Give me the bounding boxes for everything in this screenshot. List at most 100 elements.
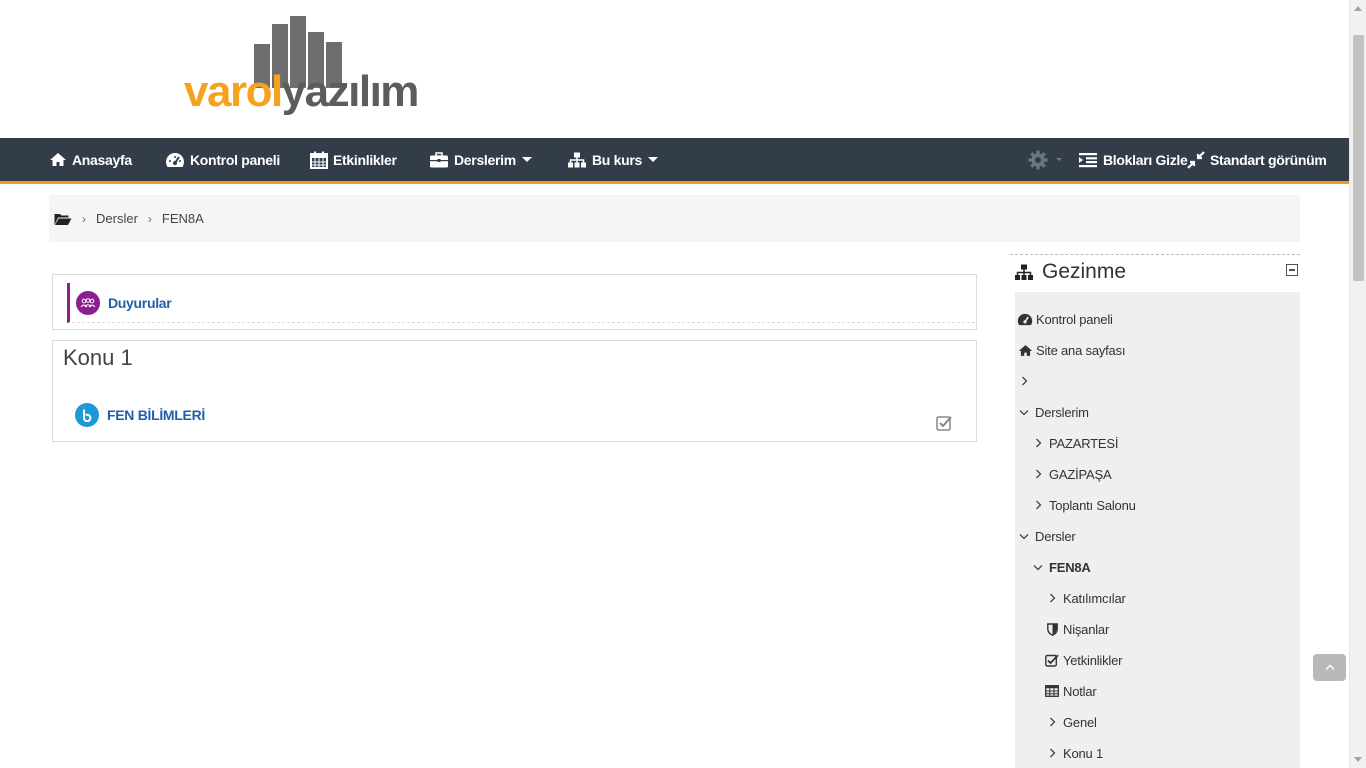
- activity-announcements: Duyurular: [67, 283, 975, 323]
- chevron-right-icon: [1045, 593, 1059, 603]
- activity-fen-bilimleri: FEN BİLİMLERİ: [75, 403, 205, 427]
- scroll-up-arrow-icon[interactable]: [1354, 6, 1362, 11]
- tree-item-label: Notlar: [1063, 683, 1097, 699]
- hide-blocks-label: Blokları Gizle: [1103, 151, 1188, 168]
- tree-item-label: Toplantı Salonu: [1049, 497, 1136, 513]
- main-navbar: Anasayfa Kontrol paneli Etkinlikler Ders…: [0, 138, 1349, 184]
- logo-word-varol: varol: [184, 67, 283, 116]
- nav-kontrol-paneli[interactable]: Kontrol paneli: [165, 138, 280, 181]
- breadcrumb: › Dersler › FEN8A: [49, 195, 1300, 242]
- table-icon: [1045, 685, 1059, 697]
- completion-checkbox-icon[interactable]: [936, 415, 952, 431]
- chevron-right-icon: [1031, 469, 1045, 479]
- tree-item-label: Katılımcılar: [1063, 590, 1126, 606]
- nav-etkinlikler-label: Etkinlikler: [333, 151, 397, 168]
- shield-icon: [1045, 622, 1059, 636]
- block-header: Gezinme: [1014, 260, 1126, 284]
- tree-item-label: Kontrol paneli: [1036, 311, 1113, 327]
- tree-item-label: Derslerim: [1035, 404, 1089, 420]
- bigbluebutton-icon: [75, 403, 99, 427]
- nav-bu-kurs-label: Bu kurs: [592, 151, 643, 168]
- announcements-link[interactable]: Duyurular: [108, 295, 172, 311]
- check-square-icon: [1045, 654, 1059, 667]
- tree-item-label: Site ana sayfası: [1036, 342, 1126, 358]
- site-header: varolyazılım: [0, 0, 1349, 138]
- tree-item-label: GAZİPAŞA: [1049, 466, 1112, 482]
- tree-item-site-ana-sayfasi[interactable]: Site ana sayfası: [1017, 340, 1126, 360]
- tree-item-toplanti-salonu[interactable]: Toplantı Salonu: [1031, 495, 1136, 515]
- tree-item-label: FEN8A: [1049, 559, 1091, 575]
- sitemap-icon: [1015, 264, 1033, 280]
- home-icon: [1017, 344, 1033, 357]
- navigation-block: Gezinme Kontrol paneli Site ana sayfası …: [1010, 254, 1300, 768]
- sitemap-icon: [568, 152, 586, 167]
- forum-icon: [76, 290, 100, 315]
- standard-view-button[interactable]: Standart görünüm: [1187, 138, 1327, 181]
- nav-kontrol-paneli-label: Kontrol paneli: [190, 151, 280, 168]
- tree-item-yetkinlikler[interactable]: Yetkinlikler: [1045, 650, 1122, 670]
- chevron-right-icon: [1045, 717, 1059, 727]
- compress-icon: [1187, 150, 1205, 169]
- tree-item-katilimcilar[interactable]: Katılımcılar: [1045, 588, 1126, 608]
- standard-view-label: Standart görünüm: [1210, 151, 1327, 168]
- tree-item-konu-1[interactable]: Konu 1: [1045, 743, 1103, 763]
- collapse-block-icon[interactable]: [1286, 264, 1298, 276]
- page: varolyazılım Anasayfa Kontrol paneli Etk…: [0, 0, 1366, 768]
- nav-derslerim-dropdown[interactable]: Derslerim: [429, 138, 532, 181]
- chevron-down-icon: [1056, 158, 1062, 161]
- briefcase-icon: [430, 151, 448, 167]
- block-title: Gezinme: [1042, 260, 1127, 283]
- gear-icon: [1028, 150, 1048, 169]
- tree-item-label: Dersler: [1035, 528, 1076, 544]
- chevron-down-icon: [521, 157, 532, 162]
- tree-item-nisanlar[interactable]: Nişanlar: [1045, 619, 1109, 639]
- chevron-right-icon: [1031, 500, 1045, 510]
- tree-item-label: PAZARTESİ: [1049, 435, 1119, 451]
- site-logo[interactable]: varolyazılım: [184, 16, 419, 120]
- tree-item-genel[interactable]: Genel: [1045, 712, 1097, 732]
- tree-item-label: Yetkinlikler: [1063, 652, 1123, 668]
- nav-derslerim-label: Derslerim: [454, 151, 516, 168]
- chevron-down-icon: [1017, 533, 1031, 540]
- tree-item-derslerim[interactable]: Derslerim: [1017, 402, 1089, 422]
- tree-item-hidden[interactable]: [1017, 371, 1035, 391]
- chevron-right-icon: [1017, 376, 1031, 386]
- scroll-down-arrow-icon[interactable]: [1354, 757, 1362, 762]
- hide-blocks-button[interactable]: Blokları Gizle: [1078, 138, 1188, 181]
- breadcrumb-separator-icon: ›: [82, 211, 86, 226]
- tree-item-label: Nişanlar: [1063, 621, 1110, 637]
- tree-item-gazipasa[interactable]: GAZİPAŞA: [1031, 464, 1112, 484]
- page-scrollbar[interactable]: [1349, 0, 1366, 768]
- breadcrumb-item-dersler[interactable]: Dersler: [96, 211, 138, 226]
- fen-bilimleri-link[interactable]: FEN BİLİMLERİ: [107, 407, 205, 423]
- tree-item-dersler[interactable]: Dersler: [1017, 526, 1076, 546]
- chevron-down-icon: [1031, 564, 1045, 571]
- chevron-up-icon: [1324, 664, 1335, 671]
- settings-menu-toggle[interactable]: [1028, 138, 1062, 181]
- back-to-top-button[interactable]: [1313, 654, 1346, 681]
- tree-item-fen8a[interactable]: FEN8A: [1031, 557, 1091, 577]
- tree-item-notlar[interactable]: Notlar: [1045, 681, 1097, 701]
- nav-bu-kurs-dropdown[interactable]: Bu kurs: [567, 138, 659, 181]
- breadcrumb-separator-icon: ›: [147, 211, 152, 226]
- chevron-down-icon: [1017, 409, 1031, 416]
- nav-anasayfa[interactable]: Anasayfa: [49, 138, 132, 181]
- nav-anasayfa-label: Anasayfa: [72, 151, 132, 168]
- chevron-right-icon: [1045, 748, 1059, 758]
- breadcrumb-item-fen8a[interactable]: FEN8A: [162, 211, 204, 226]
- tree-item-kontrol-paneli[interactable]: Kontrol paneli: [1017, 309, 1113, 329]
- nav-etkinlikler[interactable]: Etkinlikler: [310, 138, 397, 181]
- scrollbar-thumb[interactable]: [1353, 35, 1364, 281]
- logo-word-yazilim: yazılım: [281, 67, 420, 116]
- navigation-tree: Kontrol paneli Site ana sayfası Dersleri…: [1015, 292, 1300, 768]
- calendar-icon: [310, 151, 328, 169]
- tree-item-label: Konu 1: [1063, 745, 1104, 761]
- dashboard-icon: [165, 152, 185, 167]
- folder-open-icon[interactable]: [54, 212, 72, 226]
- block-top-divider: [1010, 254, 1300, 256]
- section-title: Konu 1: [63, 345, 133, 370]
- home-icon: [50, 153, 66, 166]
- tree-item-pazartesi[interactable]: PAZARTESİ: [1031, 433, 1118, 453]
- indent-icon: [1079, 152, 1097, 167]
- chevron-down-icon: [648, 157, 659, 162]
